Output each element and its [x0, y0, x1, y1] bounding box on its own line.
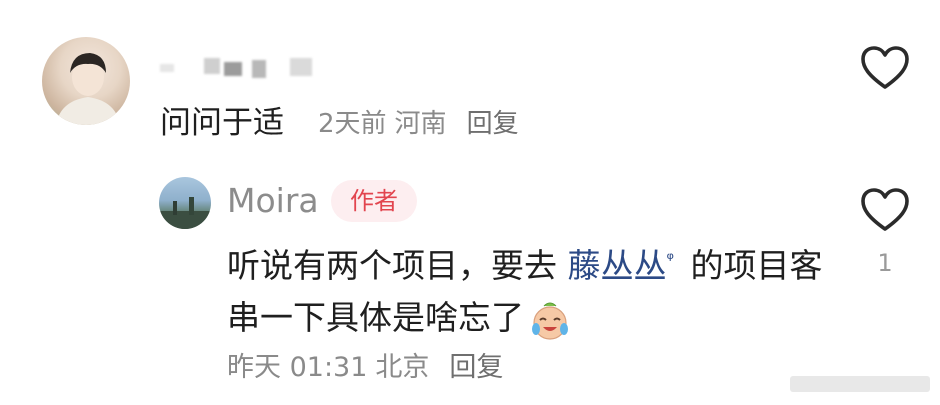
watermark-redacted: [790, 370, 930, 398]
comment-time: 2天前: [318, 109, 387, 139]
reply-reply-button[interactable]: 回复: [449, 352, 503, 383]
comment-text: 问问于适: [160, 105, 284, 141]
heart-outline-icon: [861, 188, 909, 231]
comment-meta: 2天前 河南 回复: [318, 105, 527, 143]
crying-laughing-emoji: [532, 302, 568, 340]
reply-author-name[interactable]: Moira: [227, 180, 319, 222]
search-icon: ᵠ: [666, 249, 674, 270]
watermark-image: [790, 376, 930, 392]
reply-text-before: 听说有两个项目，要去: [227, 246, 568, 285]
comment-reply-button[interactable]: 回复: [467, 109, 519, 139]
reply-like-count: 1: [877, 249, 893, 277]
commenter-avatar[interactable]: [42, 37, 130, 125]
reply-text: 听说有两个项目，要去 藤丛丛ᵠ 的项目客串一下具体是啥忘了: [227, 234, 827, 344]
comment-location: 河南: [394, 109, 447, 139]
heart-outline-icon: [861, 46, 909, 89]
avatar-image: [159, 197, 211, 229]
avatar-image: [56, 53, 120, 125]
reply-time: 昨天 01:31: [227, 352, 368, 383]
reply-like-button[interactable]: [860, 187, 910, 233]
author-badge: 作者: [331, 180, 417, 222]
mention-link[interactable]: 藤丛丛: [568, 246, 667, 285]
reply-meta: 昨天 01:31 北京 回复: [227, 348, 511, 388]
reply-location: 北京: [375, 352, 430, 383]
commenter-username-redacted: [160, 52, 330, 84]
comment-like-button[interactable]: [860, 45, 910, 91]
reply-author-avatar[interactable]: [159, 177, 211, 229]
